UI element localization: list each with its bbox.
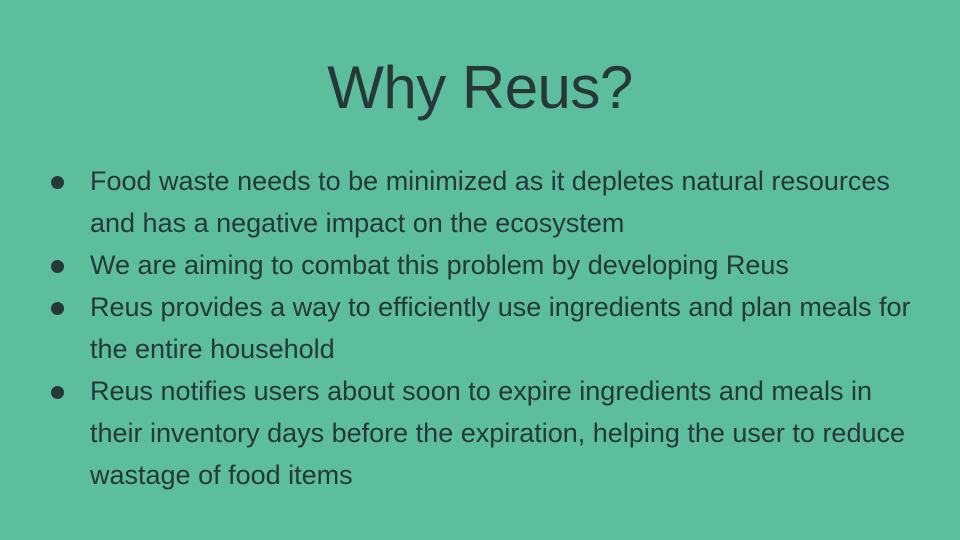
bullet-item: Reus provides a way to efficiently use i…: [48, 286, 928, 370]
bullet-text: Reus notifies users about soon to expire…: [90, 376, 905, 490]
bullet-item: We are aiming to combat this problem by …: [48, 244, 928, 286]
bullet-dot-icon: [51, 302, 64, 315]
bullet-item: Reus notifies users about soon to expire…: [48, 370, 928, 496]
bullet-text: We are aiming to combat this problem by …: [90, 250, 789, 280]
bullet-text: Food waste needs to be minimized as it d…: [90, 166, 890, 238]
bullet-text: Reus provides a way to efficiently use i…: [90, 292, 911, 364]
bullet-item: Food waste needs to be minimized as it d…: [48, 160, 928, 244]
bullet-dot-icon: [51, 260, 64, 273]
slide-title: Why Reus?: [327, 54, 633, 121]
slide: Why Reus? Food waste needs to be minimiz…: [0, 0, 960, 540]
bullet-list: Food waste needs to be minimized as it d…: [48, 160, 928, 496]
bullet-dot-icon: [51, 386, 64, 399]
bullet-dot-icon: [51, 176, 64, 189]
